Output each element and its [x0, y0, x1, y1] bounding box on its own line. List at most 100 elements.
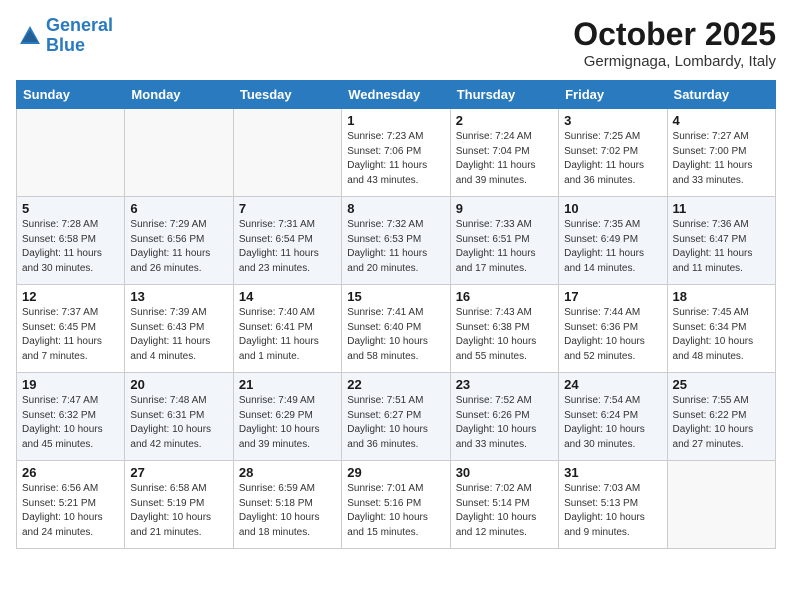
calendar-cell: 4 Sunrise: 7:27 AM Sunset: 7:00 PM Daylig… [667, 109, 775, 197]
calendar-cell [233, 109, 341, 197]
day-number: 24 [564, 377, 661, 392]
day-number: 11 [673, 201, 770, 216]
day-info: Sunrise: 7:44 AM Sunset: 6:36 PM Dayligh… [564, 306, 661, 364]
logo-text: General Blue [46, 16, 113, 56]
day-number: 6 [130, 201, 227, 216]
day-number: 9 [456, 201, 553, 216]
day-info: Sunrise: 7:28 AM Sunset: 6:58 PM Dayligh… [22, 218, 119, 276]
calendar-cell: 22 Sunrise: 7:51 AM Sunset: 6:27 PM Dayli… [342, 373, 450, 461]
day-info: Sunrise: 7:25 AM Sunset: 7:02 PM Dayligh… [564, 130, 661, 188]
logo: General Blue [16, 16, 113, 56]
day-info: Sunrise: 7:23 AM Sunset: 7:06 PM Dayligh… [347, 130, 444, 188]
day-number: 30 [456, 465, 553, 480]
calendar-cell [667, 461, 775, 549]
calendar-cell: 21 Sunrise: 7:49 AM Sunset: 6:29 PM Dayli… [233, 373, 341, 461]
day-number: 16 [456, 289, 553, 304]
calendar-cell: 18 Sunrise: 7:45 AM Sunset: 6:34 PM Dayli… [667, 285, 775, 373]
calendar-cell: 7 Sunrise: 7:31 AM Sunset: 6:54 PM Daylig… [233, 197, 341, 285]
day-info: Sunrise: 7:49 AM Sunset: 6:29 PM Dayligh… [239, 394, 336, 452]
calendar-cell: 15 Sunrise: 7:41 AM Sunset: 6:40 PM Dayli… [342, 285, 450, 373]
day-number: 26 [22, 465, 119, 480]
day-info: Sunrise: 7:27 AM Sunset: 7:00 PM Dayligh… [673, 130, 770, 188]
day-number: 7 [239, 201, 336, 216]
day-number: 10 [564, 201, 661, 216]
calendar-cell: 5 Sunrise: 7:28 AM Sunset: 6:58 PM Daylig… [17, 197, 125, 285]
day-info: Sunrise: 7:33 AM Sunset: 6:51 PM Dayligh… [456, 218, 553, 276]
calendar-week-5: 26 Sunrise: 6:56 AM Sunset: 5:21 PM Dayli… [17, 461, 776, 549]
day-info: Sunrise: 7:37 AM Sunset: 6:45 PM Dayligh… [22, 306, 119, 364]
calendar-cell: 12 Sunrise: 7:37 AM Sunset: 6:45 PM Dayli… [17, 285, 125, 373]
day-number: 22 [347, 377, 444, 392]
calendar-cell: 1Sunrise: 7:23 AM Sunset: 7:06 PM Daylig… [342, 109, 450, 197]
day-number: 15 [347, 289, 444, 304]
title-block: October 2025 Germignaga, Lombardy, Italy [573, 16, 776, 70]
calendar-week-1: 1Sunrise: 7:23 AM Sunset: 7:06 PM Daylig… [17, 109, 776, 197]
day-info: Sunrise: 7:52 AM Sunset: 6:26 PM Dayligh… [456, 394, 553, 452]
calendar-cell: 16 Sunrise: 7:43 AM Sunset: 6:38 PM Dayli… [450, 285, 558, 373]
calendar-cell: 2Sunrise: 7:24 AM Sunset: 7:04 PM Daylig… [450, 109, 558, 197]
calendar-cell: 19Sunrise: 7:47 AM Sunset: 6:32 PM Dayli… [17, 373, 125, 461]
day-info: Sunrise: 7:43 AM Sunset: 6:38 PM Dayligh… [456, 306, 553, 364]
day-number: 27 [130, 465, 227, 480]
weekday-header-monday: Monday [125, 81, 233, 109]
calendar-cell: 20Sunrise: 7:48 AM Sunset: 6:31 PM Dayli… [125, 373, 233, 461]
calendar-week-3: 12 Sunrise: 7:37 AM Sunset: 6:45 PM Dayli… [17, 285, 776, 373]
logo-icon [16, 22, 44, 50]
day-info: Sunrise: 7:54 AM Sunset: 6:24 PM Dayligh… [564, 394, 661, 452]
day-info: Sunrise: 7:01 AM Sunset: 5:16 PM Dayligh… [347, 482, 444, 540]
day-number: 20 [130, 377, 227, 392]
day-info: Sunrise: 7:31 AM Sunset: 6:54 PM Dayligh… [239, 218, 336, 276]
day-number: 4 [673, 113, 770, 128]
day-number: 12 [22, 289, 119, 304]
day-number: 19 [22, 377, 119, 392]
day-info: Sunrise: 7:03 AM Sunset: 5:13 PM Dayligh… [564, 482, 661, 540]
calendar-cell: 14 Sunrise: 7:40 AM Sunset: 6:41 PM Dayli… [233, 285, 341, 373]
calendar-table: SundayMondayTuesdayWednesdayThursdayFrid… [16, 80, 776, 549]
calendar-cell: 26 Sunrise: 6:56 AM Sunset: 5:21 PM Dayli… [17, 461, 125, 549]
calendar-cell: 28 Sunrise: 6:59 AM Sunset: 5:18 PM Dayli… [233, 461, 341, 549]
calendar-cell: 10Sunrise: 7:35 AM Sunset: 6:49 PM Dayli… [559, 197, 667, 285]
day-number: 14 [239, 289, 336, 304]
day-info: Sunrise: 7:39 AM Sunset: 6:43 PM Dayligh… [130, 306, 227, 364]
calendar-cell: 9 Sunrise: 7:33 AM Sunset: 6:51 PM Daylig… [450, 197, 558, 285]
calendar-week-2: 5 Sunrise: 7:28 AM Sunset: 6:58 PM Daylig… [17, 197, 776, 285]
weekday-header-friday: Friday [559, 81, 667, 109]
calendar-cell: 31Sunrise: 7:03 AM Sunset: 5:13 PM Dayli… [559, 461, 667, 549]
weekday-header-sunday: Sunday [17, 81, 125, 109]
weekday-header-thursday: Thursday [450, 81, 558, 109]
day-number: 13 [130, 289, 227, 304]
calendar-week-4: 19Sunrise: 7:47 AM Sunset: 6:32 PM Dayli… [17, 373, 776, 461]
weekday-header-wednesday: Wednesday [342, 81, 450, 109]
day-info: Sunrise: 7:32 AM Sunset: 6:53 PM Dayligh… [347, 218, 444, 276]
day-info: Sunrise: 6:56 AM Sunset: 5:21 PM Dayligh… [22, 482, 119, 540]
day-number: 2 [456, 113, 553, 128]
day-number: 25 [673, 377, 770, 392]
calendar-cell: 17 Sunrise: 7:44 AM Sunset: 6:36 PM Dayli… [559, 285, 667, 373]
day-info: Sunrise: 7:41 AM Sunset: 6:40 PM Dayligh… [347, 306, 444, 364]
calendar-cell: 8 Sunrise: 7:32 AM Sunset: 6:53 PM Daylig… [342, 197, 450, 285]
day-number: 18 [673, 289, 770, 304]
day-info: Sunrise: 7:55 AM Sunset: 6:22 PM Dayligh… [673, 394, 770, 452]
calendar-cell: 6 Sunrise: 7:29 AM Sunset: 6:56 PM Daylig… [125, 197, 233, 285]
weekday-header-saturday: Saturday [667, 81, 775, 109]
day-number: 21 [239, 377, 336, 392]
day-number: 29 [347, 465, 444, 480]
day-info: Sunrise: 7:29 AM Sunset: 6:56 PM Dayligh… [130, 218, 227, 276]
day-info: Sunrise: 7:02 AM Sunset: 5:14 PM Dayligh… [456, 482, 553, 540]
calendar-cell: 27Sunrise: 6:58 AM Sunset: 5:19 PM Dayli… [125, 461, 233, 549]
calendar-cell: 13 Sunrise: 7:39 AM Sunset: 6:43 PM Dayli… [125, 285, 233, 373]
calendar-cell: 29 Sunrise: 7:01 AM Sunset: 5:16 PM Dayli… [342, 461, 450, 549]
calendar-cell: 24 Sunrise: 7:54 AM Sunset: 6:24 PM Dayli… [559, 373, 667, 461]
day-number: 17 [564, 289, 661, 304]
day-number: 5 [22, 201, 119, 216]
calendar-cell: 30 Sunrise: 7:02 AM Sunset: 5:14 PM Dayli… [450, 461, 558, 549]
day-info: Sunrise: 6:59 AM Sunset: 5:18 PM Dayligh… [239, 482, 336, 540]
calendar-cell: 25 Sunrise: 7:55 AM Sunset: 6:22 PM Dayli… [667, 373, 775, 461]
calendar-cell [17, 109, 125, 197]
day-number: 28 [239, 465, 336, 480]
day-number: 8 [347, 201, 444, 216]
day-info: Sunrise: 7:40 AM Sunset: 6:41 PM Dayligh… [239, 306, 336, 364]
day-info: Sunrise: 7:36 AM Sunset: 6:47 PM Dayligh… [673, 218, 770, 276]
day-info: Sunrise: 7:45 AM Sunset: 6:34 PM Dayligh… [673, 306, 770, 364]
day-info: Sunrise: 7:51 AM Sunset: 6:27 PM Dayligh… [347, 394, 444, 452]
